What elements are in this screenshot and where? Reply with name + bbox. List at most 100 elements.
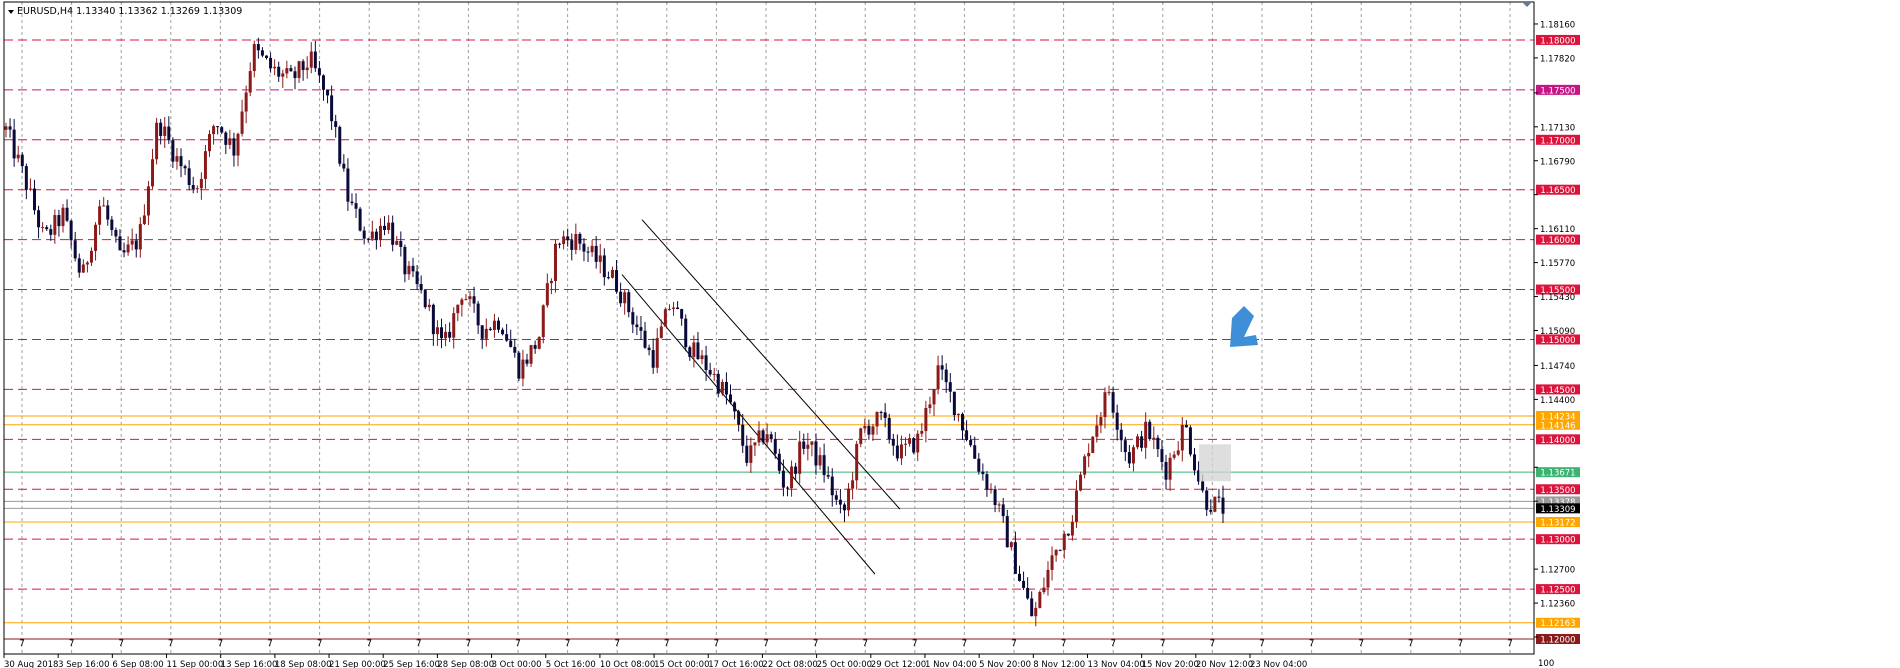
candle-body xyxy=(586,251,590,253)
candle-body xyxy=(24,166,28,190)
candle-body xyxy=(777,453,781,471)
candle-body xyxy=(41,227,45,229)
candle-body xyxy=(264,55,268,58)
candle-body xyxy=(509,340,513,347)
candle-body xyxy=(688,347,692,357)
candle-body xyxy=(529,345,533,364)
price-tag-label: 1.12500 xyxy=(1540,586,1575,596)
separator-marker: 7 xyxy=(317,639,323,649)
time-axis-label: 29 Oct 12:00 xyxy=(871,660,926,668)
candle-body xyxy=(126,244,130,253)
candle-body xyxy=(806,444,810,449)
candle-body xyxy=(98,206,102,225)
separator-marker: 7 xyxy=(466,639,472,649)
candle-body xyxy=(692,342,696,357)
time-axis-label: 10 Oct 08:00 xyxy=(600,660,655,668)
candle-body xyxy=(729,394,733,403)
chart-header[interactable]: EURUSD,H4 1.13340 1.13362 1.13269 1.1330… xyxy=(8,6,242,17)
candle-body xyxy=(773,439,777,454)
symbol-ohlc-label: EURUSD,H4 1.13340 1.13362 1.13269 1.1330… xyxy=(17,6,242,17)
candle-body xyxy=(1058,549,1062,551)
candle-body xyxy=(289,68,293,72)
candle-body xyxy=(61,207,65,227)
candle-body xyxy=(867,425,871,435)
time-axis-label: 3 Sep 16:00 xyxy=(58,660,109,668)
separator-marker: 7 xyxy=(813,639,819,649)
separator-marker: 7 xyxy=(714,639,720,649)
candle-body xyxy=(1136,436,1140,448)
candle-body xyxy=(969,440,973,446)
time-axis-label: 6 Sep 08:00 xyxy=(112,660,163,668)
price-chart[interactable]: EURUSD,H4 1.13340 1.13362 1.13269 1.1330… xyxy=(0,0,1900,668)
candle-body xyxy=(533,345,537,349)
candle-body xyxy=(1164,461,1168,480)
separator-marker: 7 xyxy=(664,639,670,649)
candle-body xyxy=(1095,425,1099,437)
candle-body xyxy=(904,443,908,445)
time-axis-label: 3 Oct 00:00 xyxy=(492,660,542,668)
highlight-box xyxy=(1199,444,1231,482)
candle-body xyxy=(256,44,260,51)
candle-body xyxy=(1205,490,1209,510)
candle-body xyxy=(712,373,716,375)
price-tag-label: 1.14000 xyxy=(1540,436,1575,446)
candle-body xyxy=(1046,569,1050,588)
price-axis-label: 1.15090 xyxy=(1540,327,1575,337)
candle-body xyxy=(179,156,183,167)
candle-body xyxy=(370,231,374,239)
price-tag-label: 1.17000 xyxy=(1540,136,1575,146)
candle-body xyxy=(387,222,391,230)
candle-body xyxy=(1213,496,1217,512)
candle-body xyxy=(342,163,346,169)
candle-body xyxy=(570,240,574,250)
candle-body xyxy=(737,411,741,425)
price-tag-label: 1.13000 xyxy=(1540,536,1575,546)
candle-body xyxy=(216,126,220,128)
candle-body xyxy=(700,355,704,360)
candle-body xyxy=(305,67,309,71)
candle-body xyxy=(948,382,952,392)
price-tag-label: 1.13671 xyxy=(1540,469,1575,479)
candle-body xyxy=(989,489,993,491)
time-axis-label: 1 Nov 04:00 xyxy=(925,660,977,668)
candle-body xyxy=(4,126,8,130)
candle-body xyxy=(1107,392,1111,394)
candle-body xyxy=(191,184,195,190)
candle-body xyxy=(1013,542,1017,574)
price-axis-label: 1.18160 xyxy=(1540,20,1575,30)
candle-body xyxy=(1144,421,1148,448)
candle-body xyxy=(407,265,411,275)
candle-body xyxy=(541,305,545,338)
separator-marker: 7 xyxy=(267,639,273,649)
candle-body xyxy=(765,434,769,443)
candle-body xyxy=(993,489,997,506)
candle-body xyxy=(53,215,57,235)
candle-body xyxy=(663,309,667,327)
candle-body xyxy=(1156,437,1160,450)
time-axis-label: 13 Nov 04:00 xyxy=(1087,660,1144,668)
separator-marker: 7 xyxy=(962,639,968,649)
separator-marker: 7 xyxy=(118,639,124,649)
separator-marker: 7 xyxy=(614,639,620,649)
separator-marker: 7 xyxy=(565,639,571,649)
candle-body xyxy=(871,426,875,435)
candle-body xyxy=(358,208,362,231)
candle-body xyxy=(49,229,53,235)
candle-body xyxy=(338,126,342,164)
price-axis-label: 1.14400 xyxy=(1540,396,1575,406)
time-axis-label: 15 Nov 20:00 xyxy=(1142,660,1199,668)
candle-body xyxy=(391,222,395,245)
separator-marker: 7 xyxy=(69,639,75,649)
price-tag-label: 1.13309 xyxy=(1540,505,1575,515)
candle-body xyxy=(313,51,317,69)
candle-body xyxy=(240,111,244,134)
candle-body xyxy=(578,233,582,244)
candle-body xyxy=(863,425,867,429)
candle-body xyxy=(346,168,350,202)
candle-body xyxy=(378,225,382,241)
candle-body xyxy=(236,133,240,156)
candle-body xyxy=(1123,440,1127,453)
candle-body xyxy=(781,470,785,488)
separator-marker: 7 xyxy=(912,639,918,649)
candle-body xyxy=(749,445,753,463)
